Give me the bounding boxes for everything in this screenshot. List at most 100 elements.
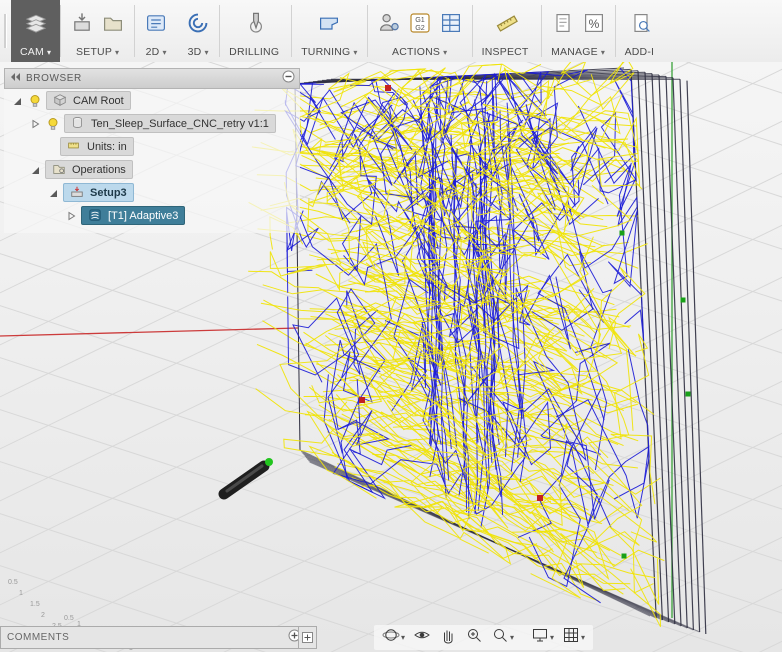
- dropdown-caret: ▾: [581, 633, 586, 642]
- zoom-window-button[interactable]: ▾: [488, 625, 517, 650]
- axis-tick-label: 1.5: [30, 601, 40, 608]
- add-ins-icon: [629, 11, 653, 40]
- exit-marker: [537, 495, 543, 501]
- tree-row-cam-root[interactable]: CAM Root: [10, 89, 300, 112]
- entry-marker: [680, 297, 686, 303]
- tab-manage-label: MANAGE: [551, 46, 598, 58]
- tab-turning-label: TURNING: [301, 46, 351, 58]
- look-at-icon: [413, 626, 431, 649]
- tool-library-icon: [551, 11, 575, 40]
- entry-marker: [621, 553, 627, 559]
- simulate-icon: [377, 11, 401, 40]
- dropdown-caret: ▾: [204, 47, 209, 57]
- dropdown-caret: ▾: [550, 633, 555, 642]
- turning-icon: [317, 11, 341, 40]
- feeds-speeds-icon: %: [582, 11, 606, 40]
- collapse-panel-icon[interactable]: [9, 70, 21, 88]
- browser-header: BROWSER: [4, 68, 300, 89]
- tree-label: Operations: [72, 163, 126, 176]
- display-settings-icon: [531, 626, 549, 649]
- axis-tick-label: 0.5: [64, 615, 74, 622]
- dropdown-caret: ▾: [443, 47, 448, 57]
- tree-row-model[interactable]: Ten_Sleep_Surface_CNC_retry v1:1: [28, 112, 300, 135]
- grid-display-icon: [562, 626, 580, 649]
- zoom-icon: [465, 626, 483, 649]
- minimize-panel-icon[interactable]: [282, 70, 295, 88]
- adaptive-operation-icon: [88, 208, 104, 224]
- visibility-bulb-icon[interactable]: [45, 116, 61, 132]
- tab-turning[interactable]: TURNING ▾: [292, 0, 366, 62]
- pan-button[interactable]: [436, 625, 460, 650]
- dropdown-caret: ▾: [46, 47, 52, 57]
- tree-row-setup3[interactable]: Setup3: [46, 181, 300, 204]
- zoom-window-icon: [491, 626, 509, 649]
- visibility-bulb-icon[interactable]: [27, 93, 43, 109]
- 3d-milling-icon: [186, 11, 210, 40]
- look-at-button[interactable]: [410, 625, 434, 650]
- comments-expand-button[interactable]: [298, 626, 317, 649]
- tab-cam[interactable]: CAM ▾: [11, 0, 61, 62]
- toolpath-segment: [340, 85, 602, 108]
- dropdown-caret: ▾: [353, 47, 358, 57]
- dropdown-caret: ▾: [162, 47, 167, 57]
- expander-icon-collapsed[interactable]: [64, 209, 78, 223]
- expander-icon-collapsed[interactable]: [28, 117, 42, 131]
- tab-manage[interactable]: % MANAGE ▾: [542, 0, 615, 62]
- expander-icon-expanded[interactable]: [46, 186, 60, 200]
- setup-sheet-icon: [439, 11, 463, 40]
- tab-drilling[interactable]: DRILLING: [220, 0, 291, 62]
- navigation-bar: ▾ ▾ ▾ ▾: [374, 625, 594, 650]
- axis-tick-label: 0.5: [8, 579, 18, 586]
- 2d-milling-icon: [144, 11, 168, 40]
- tab-2d[interactable]: 2D ▾: [135, 0, 177, 62]
- tree-row-units[interactable]: Units: in: [60, 135, 300, 158]
- measure-icon: [495, 11, 519, 40]
- svg-text:%: %: [588, 17, 599, 31]
- expander-icon-expanded[interactable]: [10, 94, 24, 108]
- x-axis-line: [0, 327, 299, 337]
- cam-root-icon: [53, 93, 69, 109]
- setup-icon: [70, 11, 94, 40]
- setup-node-icon: [70, 185, 86, 201]
- ribbon-toolbar: CAM ▾ SETUP ▾ 2D ▾ 3D ▾ DRILLING TURNING…: [0, 0, 782, 63]
- tool-tip: [265, 458, 273, 466]
- entry-marker: [685, 391, 691, 397]
- tab-3d-label: 3D: [187, 46, 202, 58]
- display-settings-button[interactable]: ▾: [528, 625, 557, 650]
- grid-line: [223, 380, 782, 652]
- fusion-cam-window: CAM ▾ SETUP ▾ 2D ▾ 3D ▾ DRILLING TURNING…: [0, 0, 782, 652]
- axis-tick-label: 1: [19, 590, 23, 597]
- tab-3d[interactable]: 3D ▾: [177, 0, 219, 62]
- toolpath-segment: [331, 451, 656, 579]
- tree-label: Setup3: [90, 186, 127, 199]
- component-icon: [71, 116, 87, 132]
- stock-contour: [644, 72, 670, 623]
- tree-label: CAM Root: [73, 94, 124, 107]
- tab-drilling-label: DRILLING: [229, 46, 280, 58]
- grid-display-button[interactable]: ▾: [559, 625, 588, 650]
- browser-panel: BROWSER CAM Root Ten_Sleep_Surface_CNC_r…: [4, 68, 300, 233]
- orbit-button[interactable]: ▾: [379, 625, 408, 650]
- exit-marker: [359, 397, 365, 403]
- tree-row-operations[interactable]: Operations: [28, 158, 300, 181]
- tab-add-ins[interactable]: ADD-I: [616, 0, 667, 62]
- tree-label: [T1] Adaptive3: [108, 209, 179, 222]
- tree-label: Ten_Sleep_Surface_CNC_retry v1:1: [91, 117, 269, 130]
- orbit-icon: [382, 626, 400, 649]
- toolpath-segment: [610, 333, 656, 505]
- tab-inspect[interactable]: INSPECT: [473, 0, 541, 62]
- comments-bar[interactable]: COMMENTS: [0, 626, 308, 649]
- tab-add-ins-label: ADD-I: [624, 46, 655, 58]
- toolbar-grip[interactable]: [0, 0, 11, 62]
- tree-row-adaptive3[interactable]: [T1] Adaptive3: [64, 204, 300, 227]
- tab-inspect-label: INSPECT: [481, 46, 529, 58]
- expander-icon-expanded[interactable]: [28, 163, 42, 177]
- zoom-button[interactable]: [462, 625, 486, 650]
- cam-icon: [23, 10, 49, 41]
- tab-setup[interactable]: SETUP ▾: [61, 0, 134, 62]
- exit-marker: [385, 85, 391, 91]
- tab-cam-label: CAM: [20, 46, 44, 58]
- tab-actions-label: ACTIONS: [391, 46, 441, 58]
- dropdown-caret: ▾: [510, 633, 515, 642]
- tab-actions[interactable]: G1 G2 ACTIONS ▾: [368, 0, 472, 62]
